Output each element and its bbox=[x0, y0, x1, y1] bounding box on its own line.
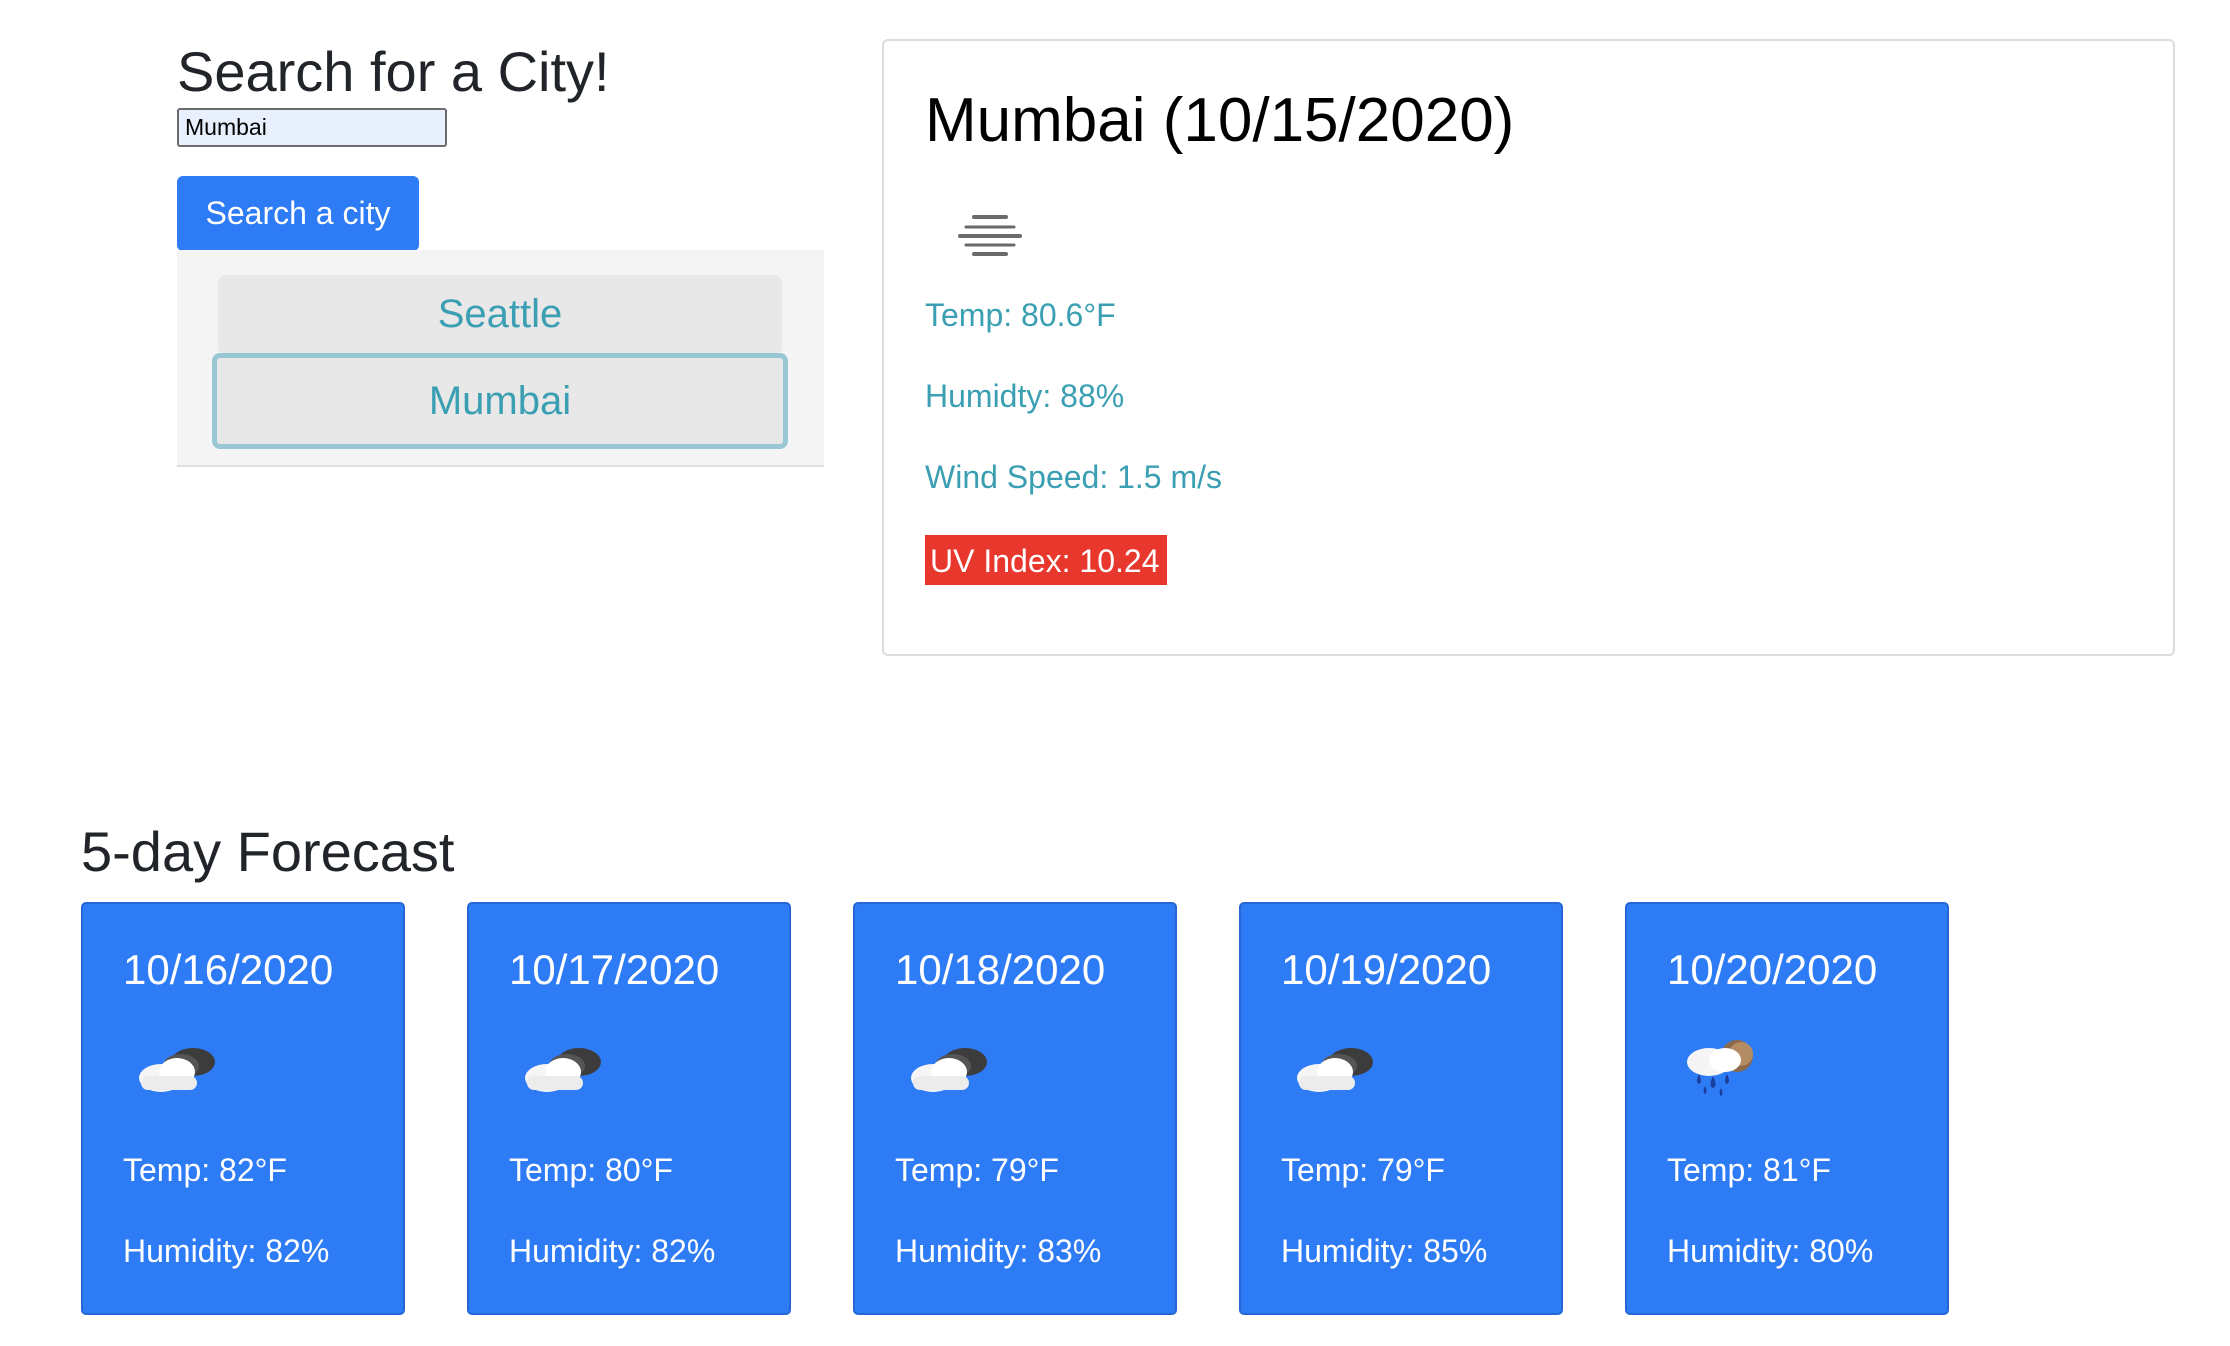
search-history-list: Seattle Mumbai bbox=[177, 250, 824, 467]
partly-cloudy-night-icon bbox=[525, 1048, 601, 1092]
forecast-humidity: Humidity: 80% bbox=[1667, 1233, 1874, 1269]
forecast-temp: Temp: 79°F bbox=[895, 1152, 1059, 1188]
history-item-seattle[interactable]: Seattle bbox=[218, 275, 782, 355]
weather-dashboard: Search for a City! Search a city Seattle… bbox=[0, 0, 2230, 1346]
forecast-card: 10/20/2020 Temp: 81°F Humidity: 80% bbox=[1625, 902, 1949, 1315]
forecast-humidity: Humidity: 83% bbox=[895, 1233, 1102, 1269]
uv-index-badge: UV Index: 10.24 bbox=[925, 535, 1168, 585]
forecast-row: 10/16/2020 Temp: 82°F Humidity: 82% 10/1… bbox=[81, 902, 2081, 1315]
forecast-card: 10/16/2020 Temp: 82°F Humidity: 82% bbox=[81, 902, 405, 1315]
search-section: Search for a City! Search a city bbox=[177, 36, 824, 251]
current-weather-card: Mumbai (10/15/2020) Temp: 80.6°F Humidty… bbox=[882, 39, 2175, 656]
partly-cloudy-night-icon bbox=[139, 1048, 215, 1092]
forecast-humidity: Humidity: 82% bbox=[123, 1233, 330, 1269]
forecast-title: 5-day Forecast bbox=[81, 820, 455, 883]
forecast-humidity: Humidity: 85% bbox=[1281, 1233, 1488, 1269]
partly-cloudy-night-icon bbox=[1297, 1048, 1373, 1092]
city-search-input[interactable] bbox=[177, 108, 447, 147]
forecast-humidity: Humidity: 82% bbox=[509, 1233, 716, 1269]
history-item-mumbai[interactable]: Mumbai bbox=[212, 353, 788, 449]
current-temp: Temp: 80.6°F bbox=[925, 297, 1116, 333]
forecast-card: 10/17/2020 Temp: 80°F Humidity: 82% bbox=[467, 902, 791, 1315]
search-city-button[interactable]: Search a city bbox=[177, 176, 419, 251]
rain-night-icon bbox=[1687, 1040, 1753, 1096]
forecast-temp: Temp: 79°F bbox=[1281, 1152, 1445, 1188]
forecast-card: 10/19/2020 Temp: 79°F Humidity: 85% bbox=[1239, 902, 1563, 1315]
forecast-date: 10/20/2020 bbox=[1667, 946, 1878, 993]
forecast-temp: Temp: 80°F bbox=[509, 1152, 673, 1188]
forecast-date: 10/18/2020 bbox=[895, 946, 1106, 993]
current-humidity: Humidty: 88% bbox=[925, 378, 1125, 414]
forecast-date: 10/17/2020 bbox=[509, 946, 720, 993]
fog-icon bbox=[958, 215, 1022, 256]
current-wind-speed: Wind Speed: 1.5 m/s bbox=[925, 459, 1223, 495]
forecast-temp: Temp: 82°F bbox=[123, 1152, 287, 1188]
forecast-date: 10/19/2020 bbox=[1281, 946, 1492, 993]
forecast-temp: Temp: 81°F bbox=[1667, 1152, 1831, 1188]
forecast-date: 10/16/2020 bbox=[123, 946, 334, 993]
search-title: Search for a City! bbox=[177, 40, 610, 103]
partly-cloudy-night-icon bbox=[911, 1048, 987, 1092]
forecast-card: 10/18/2020 Temp: 79°F Humidity: 83% bbox=[853, 902, 1177, 1315]
current-city-title: Mumbai (10/15/2020) bbox=[925, 86, 1515, 155]
